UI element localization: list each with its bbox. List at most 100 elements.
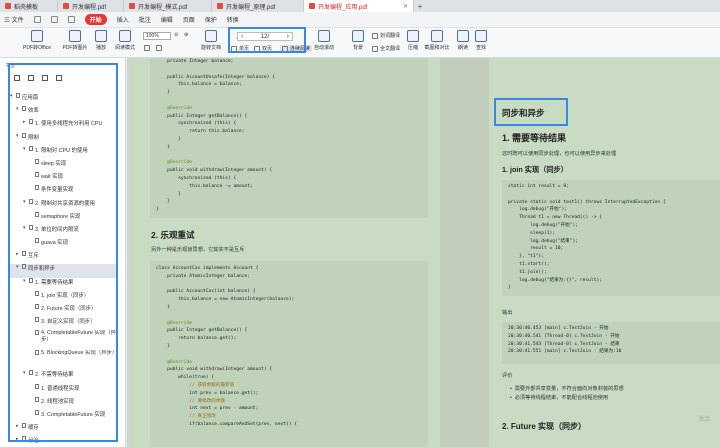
reading-mode-button[interactable]: 阅读模式 bbox=[110, 30, 140, 51]
reading-mode-icon bbox=[119, 30, 131, 42]
code-line: } bbox=[156, 343, 170, 349]
search-icon bbox=[475, 30, 487, 42]
pdf-icon bbox=[217, 3, 223, 9]
code-line: log.debug("结束"); bbox=[508, 238, 579, 244]
close-icon[interactable]: ✕ bbox=[403, 3, 408, 10]
code-line: // 要修改的余额 bbox=[156, 398, 226, 404]
code-line: @Override bbox=[156, 105, 192, 111]
fit-page-icon[interactable] bbox=[144, 45, 150, 51]
code-line: private Integer balance; bbox=[156, 59, 234, 64]
menu-comment[interactable]: 批注 bbox=[139, 15, 151, 24]
menu-file[interactable]: 三 文件 bbox=[4, 15, 24, 24]
tab-pdf-3[interactable]: 开发编程_原理.pdf bbox=[212, 0, 304, 12]
code-line: } bbox=[156, 144, 170, 150]
code-line: // 获取余额的最新值 bbox=[156, 382, 235, 388]
code-line: public void withdraw(Integer amount) { bbox=[156, 367, 273, 373]
code-line: Thread t1 = new Thread(() -> { bbox=[508, 215, 603, 221]
menu-insert[interactable]: 插入 bbox=[117, 15, 129, 24]
button-label: 压缩 bbox=[407, 45, 418, 51]
zoom-in-icon[interactable]: ⊕ bbox=[184, 32, 188, 38]
toolbar: PDF转Office PDF转图片 播放 阅读模式 100% ⊖ ⊕ 旋转文档 … bbox=[0, 28, 720, 58]
code-line: sleep(1); bbox=[508, 230, 556, 236]
find-button[interactable]: 查找 bbox=[466, 30, 496, 51]
button-label: 阅读模式 bbox=[114, 45, 135, 51]
code-line: @Override bbox=[156, 359, 192, 365]
section-title-highlight bbox=[494, 98, 568, 126]
rotate-icon bbox=[205, 30, 217, 42]
code-line: } bbox=[156, 207, 159, 213]
watermark: 激活 bbox=[698, 417, 711, 423]
tab-pdf-1[interactable]: 开发编程.pdf bbox=[58, 0, 124, 12]
code-line: t1.join(); bbox=[508, 269, 547, 275]
button-label: 旋转文档 bbox=[200, 45, 221, 51]
tab-label: 开发编程.pdf bbox=[72, 4, 107, 11]
code-line: } bbox=[156, 191, 181, 197]
menu-convert[interactable]: 转换 bbox=[227, 15, 239, 24]
code-line: private AtomicInteger balance; bbox=[156, 273, 251, 279]
code-line: log.debug("开始"); bbox=[508, 222, 579, 228]
play-icon bbox=[95, 30, 107, 42]
tab-pdf-2[interactable]: 开发编程_模式.pdf bbox=[124, 0, 212, 12]
print-icon[interactable] bbox=[50, 16, 58, 23]
menu-edit[interactable]: 编辑 bbox=[161, 15, 173, 24]
word-translate-button[interactable]: 划词翻译 bbox=[372, 32, 400, 39]
button-label: 背景 bbox=[352, 45, 363, 51]
pdf-icon bbox=[129, 3, 135, 9]
button-label: 划词翻译 bbox=[380, 33, 401, 39]
code-line: 20:30:40.541 [Thread-0] c.TestJoin - 开始 bbox=[508, 333, 620, 339]
auto-scroll-button[interactable]: 自动滚动 bbox=[309, 30, 339, 51]
button-label: 全文翻译 bbox=[380, 46, 401, 52]
tab-label: 开发编程_应用.pdf bbox=[318, 4, 368, 11]
code-line: 20:30:41.543 [Thread-0] c.TestJoin - 结束 bbox=[508, 341, 620, 347]
rotate-button[interactable]: 旋转文档 bbox=[196, 30, 226, 51]
code-block-join: static int result = 0; private static vo… bbox=[502, 180, 720, 296]
pdf-to-office-icon bbox=[31, 30, 43, 42]
code-line: while(true) { bbox=[156, 375, 215, 381]
code-line: if(balance.compareAndSet(prev, next)) { bbox=[156, 421, 298, 427]
undo-icon[interactable] bbox=[67, 16, 75, 23]
full-translate-button[interactable]: 全文翻译 bbox=[372, 45, 400, 52]
section-heading: 2. 乐观重试 bbox=[151, 230, 195, 240]
code-line: this.balance = balance; bbox=[156, 82, 242, 88]
tab-label: 开发编程_模式.pdf bbox=[138, 4, 188, 11]
menu-start[interactable]: 开始 bbox=[84, 14, 107, 25]
new-tab-button[interactable]: + bbox=[414, 0, 426, 12]
code-line: }, "t1"); bbox=[508, 254, 544, 260]
pdf-to-image-icon bbox=[69, 30, 81, 42]
zoom-out-icon[interactable]: ⊖ bbox=[174, 32, 178, 38]
code-line: int next = prev - amount; bbox=[156, 406, 259, 412]
code-line: t1.start(); bbox=[508, 261, 550, 267]
zoom-select[interactable]: 100% bbox=[143, 32, 171, 40]
code-line: 20:30:41.551 [main] c.TestJoin - 结果为:10 bbox=[508, 349, 622, 355]
heading-future: 2. Future 实现（同步） bbox=[502, 422, 587, 431]
code-line: log.debug("开始"); bbox=[508, 207, 567, 213]
page-nav-highlight bbox=[228, 27, 306, 53]
pdf-to-office-button[interactable]: PDF转Office bbox=[22, 30, 52, 51]
background-button[interactable]: 背景 bbox=[343, 30, 373, 51]
output-label: 输出 bbox=[502, 310, 513, 316]
menu-protect[interactable]: 保护 bbox=[205, 15, 217, 24]
tab-docer[interactable]: 稻壳模板 bbox=[0, 0, 58, 12]
button-label: PDF转Office bbox=[23, 45, 51, 51]
code-line: @Override bbox=[156, 320, 192, 326]
code-line: public AccountUnsafe(Integer balance) { bbox=[156, 74, 275, 80]
code-line: this.balance = new AtomicInteger(balance… bbox=[156, 297, 295, 303]
button-label: 自动滚动 bbox=[313, 45, 334, 51]
save-icon[interactable] bbox=[33, 16, 41, 23]
tab-bar: 稻壳模板 开发编程.pdf 开发编程_模式.pdf 开发编程_原理.pdf 开发… bbox=[0, 0, 720, 12]
code-line: } bbox=[156, 304, 170, 310]
sidebar-highlight bbox=[8, 63, 118, 442]
tab-pdf-active[interactable]: 开发编程_应用.pdf ✕ bbox=[304, 0, 414, 12]
code-line: } bbox=[156, 136, 181, 142]
button-label: PDF转图片 bbox=[62, 45, 88, 51]
menu-page[interactable]: 页面 bbox=[183, 15, 195, 24]
code-line: } bbox=[156, 199, 170, 205]
fit-width-icon[interactable] bbox=[156, 45, 162, 51]
code-line: int prev = balance.get(); bbox=[156, 390, 259, 396]
code-line: return balance.get(); bbox=[156, 336, 237, 342]
